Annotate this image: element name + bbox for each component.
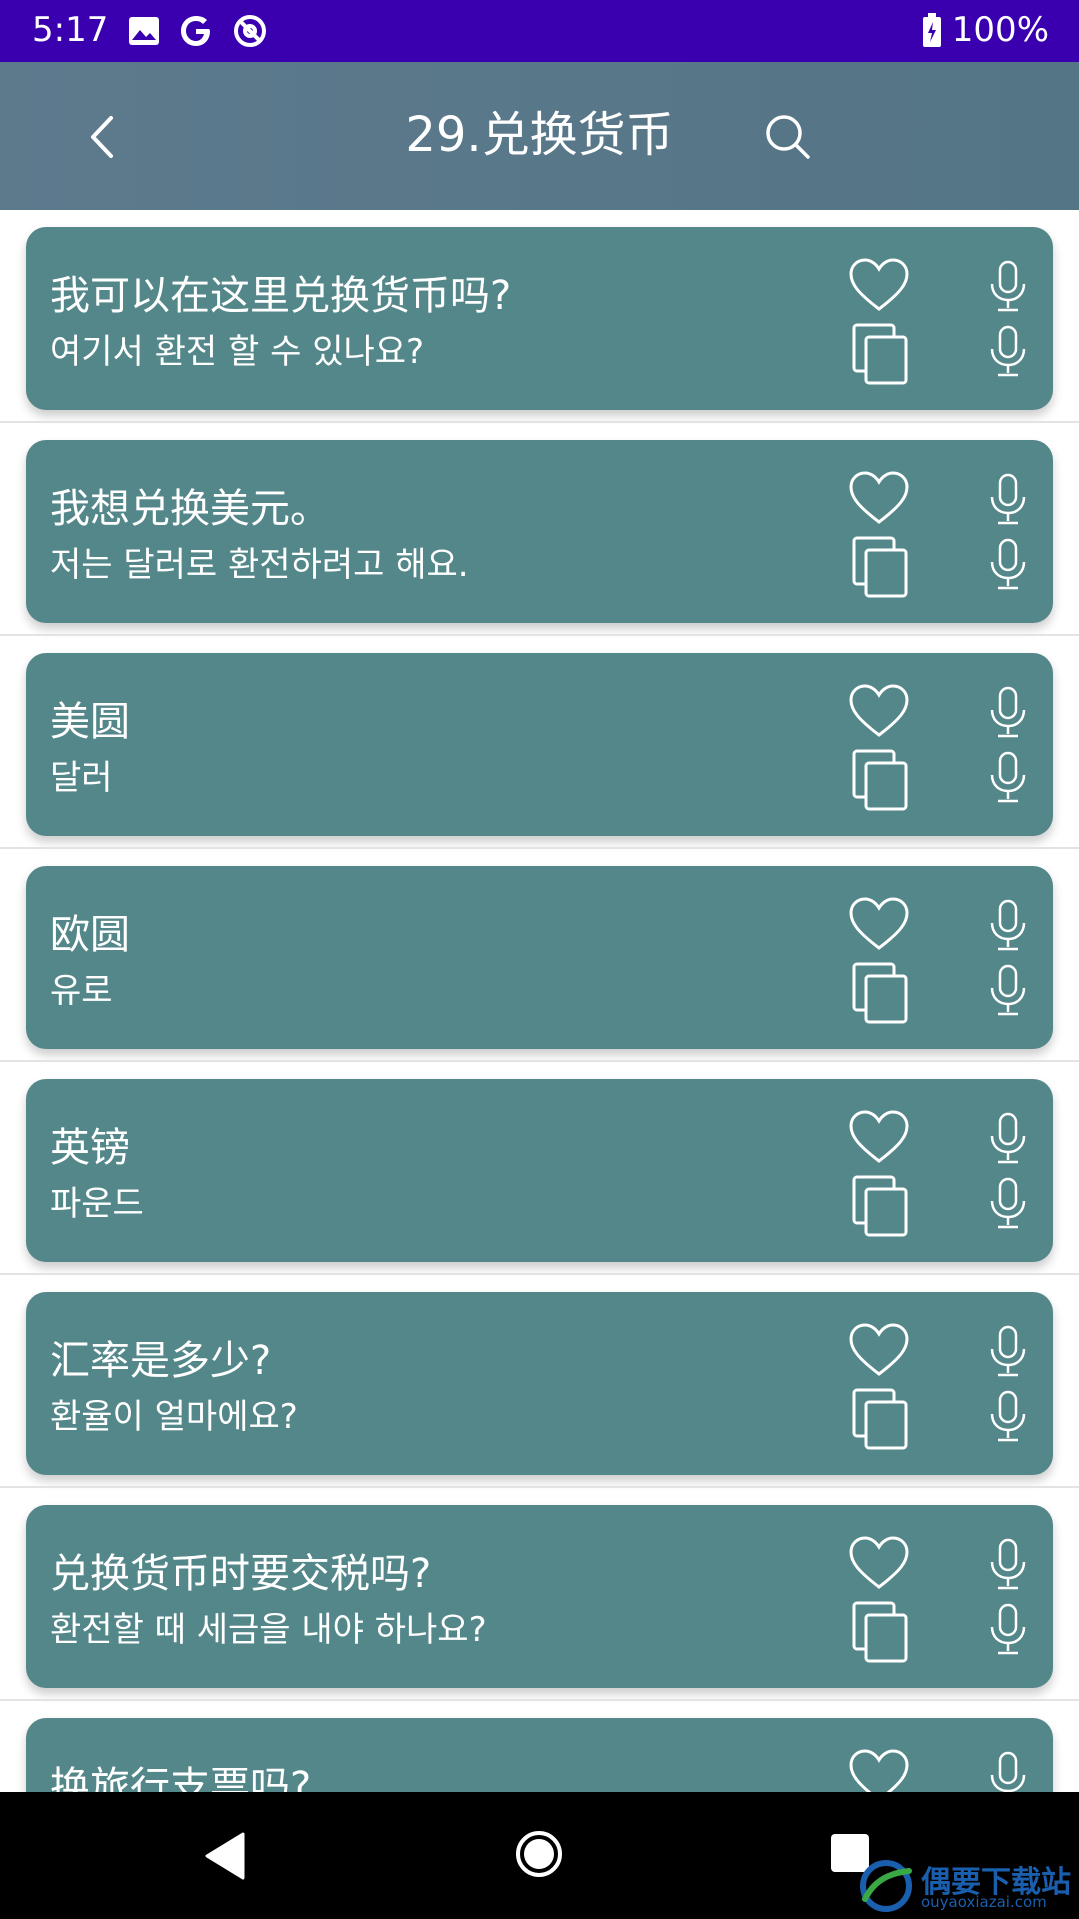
watermark-logo-icon [860, 1860, 912, 1912]
phrase-card[interactable]: 我想兑换美元。 저는 달러로 환전하려고 해요. [26, 440, 1053, 623]
phrase-chinese: 换旅行支票吗? [50, 1764, 312, 1792]
mic-icon[interactable] [988, 1177, 1028, 1231]
list-item: 兑换货币时要交税吗? 환전할 때 세금을 내야 하나요? [0, 1488, 1079, 1701]
mic-icon[interactable] [988, 751, 1028, 805]
list-item: 我可以在这里兑换货币吗? 여기서 환전 할 수 있나요? [0, 210, 1079, 423]
status-time: 5:17 [32, 10, 109, 50]
copy-icon[interactable] [852, 1601, 910, 1663]
heart-icon[interactable] [848, 1109, 910, 1165]
nav-back-icon[interactable] [203, 1832, 247, 1880]
heart-icon[interactable] [848, 683, 910, 739]
list-item: 汇率是多少? 환율이 얼마에요? [0, 1275, 1079, 1488]
mic-icon[interactable] [988, 1603, 1028, 1657]
google-icon [181, 16, 210, 46]
watermark-url: ouyaoxiazai.com [921, 1893, 1047, 1911]
phrase-korean: 환전할 때 세금을 내야 하나요? [50, 1610, 487, 1650]
copy-icon[interactable] [852, 323, 910, 385]
phrase-chinese: 英镑 [50, 1125, 130, 1171]
phrase-korean: 달러 [50, 758, 113, 798]
phrase-korean: 환율이 얼마에요? [50, 1397, 298, 1437]
phrase-card[interactable]: 换旅行支票吗? [26, 1718, 1053, 1792]
heart-icon[interactable] [848, 470, 910, 526]
phrase-chinese: 我想兑换美元。 [50, 486, 330, 532]
heart-icon[interactable] [848, 896, 910, 952]
status-bar: 5:17 100% [0, 0, 1079, 62]
image-notification-icon [129, 17, 159, 45]
phrase-card[interactable]: 美圆 달러 [26, 653, 1053, 836]
vpn-status-icon [234, 15, 266, 47]
toolbar: 29.兑换货币 [0, 62, 1079, 210]
phrase-korean: 파운드 [50, 1184, 144, 1224]
search-icon [766, 115, 810, 159]
phrase-card[interactable]: 英镑 파운드 [26, 1079, 1053, 1262]
status-right: 100% [922, 10, 1049, 50]
phrase-list[interactable]: 我可以在这里兑换货币吗? 여기서 환전 할 수 있나요? 我想兑换美元。 저는 … [0, 210, 1079, 1792]
heart-icon[interactable] [848, 1748, 910, 1792]
phrase-korean: 저는 달러로 환전하려고 해요. [50, 545, 469, 585]
list-item: 英镑 파운드 [0, 1062, 1079, 1275]
phrase-chinese: 我可以在这里兑换货币吗? [50, 273, 512, 319]
search-button[interactable] [753, 102, 823, 172]
list-item: 我想兑换美元。 저는 달러로 환전하려고 해요. [0, 423, 1079, 636]
mic-icon[interactable] [988, 686, 1028, 740]
heart-icon[interactable] [848, 1535, 910, 1591]
mic-icon[interactable] [988, 473, 1028, 527]
copy-icon[interactable] [852, 749, 910, 811]
copy-icon[interactable] [852, 536, 910, 598]
page-title: 29.兑换货币 [405, 107, 674, 163]
mic-icon[interactable] [988, 1538, 1028, 1592]
phrase-card[interactable]: 我可以在这里兑换货币吗? 여기서 환전 할 수 있나요? [26, 227, 1053, 410]
phrase-chinese: 兑换货币时要交税吗? [50, 1551, 432, 1597]
list-item: 换旅行支票吗? [0, 1701, 1079, 1792]
phrase-korean: 유로 [50, 971, 113, 1011]
mic-icon[interactable] [988, 1325, 1028, 1379]
battery-charging-icon [922, 13, 941, 47]
heart-icon[interactable] [848, 1322, 910, 1378]
mic-icon[interactable] [988, 260, 1028, 314]
notification-icons [128, 13, 268, 49]
mic-icon[interactable] [988, 964, 1028, 1018]
mic-icon[interactable] [988, 538, 1028, 592]
copy-icon[interactable] [852, 962, 910, 1024]
battery-level: 100% [951, 10, 1049, 50]
heart-icon[interactable] [848, 257, 910, 313]
phrase-korean: 여기서 환전 할 수 있나요? [50, 332, 425, 372]
copy-icon[interactable] [852, 1175, 910, 1237]
list-item: 欧圆 유로 [0, 849, 1079, 1062]
phrase-card[interactable]: 兑换货币时要交税吗? 환전할 때 세금을 내야 하나요? [26, 1505, 1053, 1688]
mic-icon[interactable] [988, 1112, 1028, 1166]
phrase-chinese: 欧圆 [50, 912, 130, 958]
mic-icon[interactable] [988, 325, 1028, 379]
watermark: 偶要下载站 ouyaoxiazai.com [855, 1855, 1075, 1915]
phrase-card[interactable]: 汇率是多少? 환율이 얼마에요? [26, 1292, 1053, 1475]
mic-icon[interactable] [988, 899, 1028, 953]
mic-icon[interactable] [988, 1390, 1028, 1444]
mic-icon[interactable] [988, 1751, 1028, 1792]
phrase-chinese: 汇率是多少? [50, 1338, 272, 1384]
phrase-card[interactable]: 欧圆 유로 [26, 866, 1053, 1049]
nav-home-icon[interactable] [515, 1830, 563, 1878]
list-item: 美圆 달러 [0, 636, 1079, 849]
copy-icon[interactable] [852, 1388, 910, 1450]
phrase-chinese: 美圆 [50, 699, 130, 745]
